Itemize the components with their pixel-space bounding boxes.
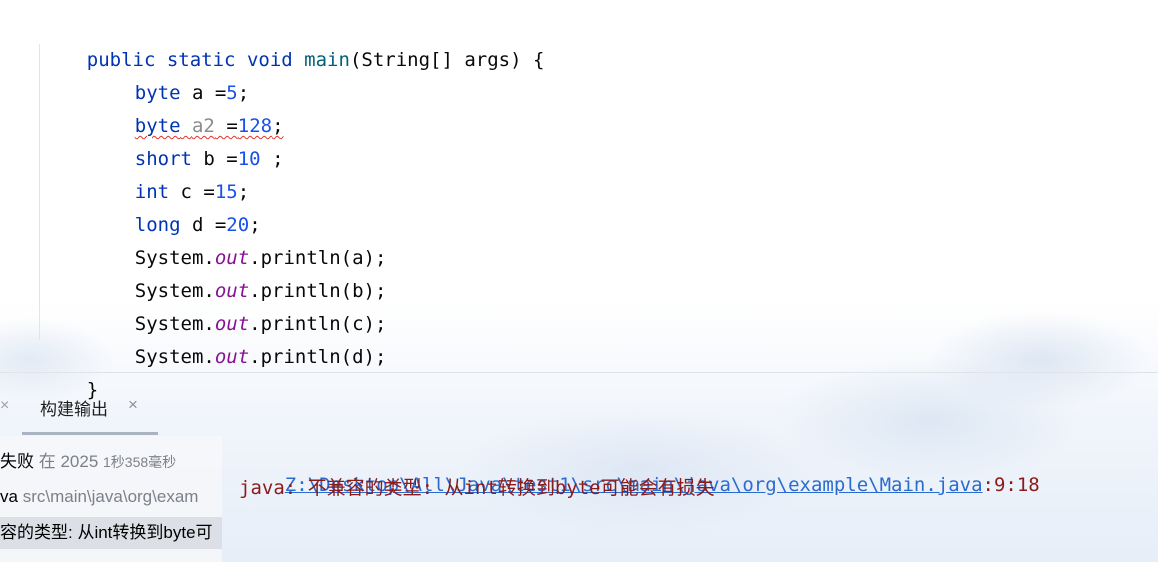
tab-build-output[interactable]: 构建输出 × xyxy=(22,373,158,435)
code-editor[interactable]: public static void main(String[] args) {… xyxy=(0,0,1158,401)
code-line-4[interactable]: short b =10 ; xyxy=(89,110,284,170)
error-message: java: 不兼容的类型: 从int转换到byte可能会有损失 xyxy=(239,477,715,499)
code-line-10[interactable]: System.out.println(d); xyxy=(89,308,387,368)
tree-item-file[interactable]: va src\main\java\org\exam xyxy=(0,481,198,513)
build-tree[interactable]: 失败 在 2025 1秒358毫秒 va src\main\java\org\e… xyxy=(0,436,222,562)
line-column: :9:18 xyxy=(982,474,1040,496)
build-output-console[interactable]: Z:\Desktop\All\Java\test1\src\main\java\… xyxy=(222,436,1158,562)
indent-guide xyxy=(39,44,40,340)
code-line-1[interactable]: public static void main(String[] args) { xyxy=(41,11,545,71)
code-line-9[interactable]: System.out.println(c); xyxy=(89,275,387,335)
file-name: va xyxy=(0,487,18,506)
code-line-11[interactable]: } xyxy=(41,341,98,401)
build-status: 失败 xyxy=(0,452,34,471)
active-tab-indicator xyxy=(22,432,158,435)
file-path: src\main\java\org\exam xyxy=(22,487,199,506)
tree-item-error[interactable]: 容的类型: 从int转换到byte可 xyxy=(0,517,222,549)
build-tool-window-tabs: × 构建输出 × xyxy=(0,373,1158,435)
previous-tab-close-icon[interactable]: × xyxy=(0,397,9,415)
build-time: 在 2025 xyxy=(38,452,99,471)
close-icon[interactable]: × xyxy=(128,395,138,415)
build-duration: 1秒358毫秒 xyxy=(103,454,177,470)
code-line-2[interactable]: byte a =5; xyxy=(89,44,249,104)
code-line-3-error[interactable]: byte a2 =128; xyxy=(89,77,284,137)
error-summary: 容的类型: 从int转换到byte可 xyxy=(0,523,213,542)
code-line-6[interactable]: long d =20; xyxy=(89,176,261,236)
code-line-7[interactable]: System.out.println(a); xyxy=(89,209,387,269)
code-line-5[interactable]: int c =15; xyxy=(89,143,249,203)
tree-item-build-failed[interactable]: 失败 在 2025 1秒358毫秒 xyxy=(0,446,176,478)
keyword-void: void xyxy=(246,49,293,71)
tab-label: 构建输出 xyxy=(40,400,108,419)
code-line-8[interactable]: System.out.println(b); xyxy=(89,242,387,302)
method-name-main: main xyxy=(304,49,350,71)
